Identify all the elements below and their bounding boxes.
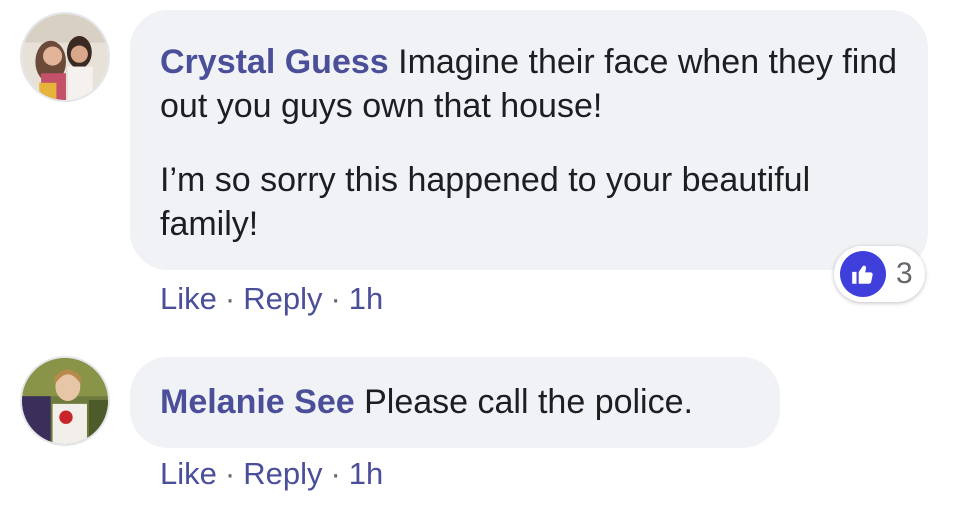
reaction-count: 3 [896, 257, 913, 290]
timestamp[interactable]: 1h [349, 281, 383, 316]
comment-bubble: Crystal Guess Imagine their face when th… [130, 10, 928, 270]
profile-photo-icon [22, 14, 108, 100]
separator: · [224, 456, 236, 491]
like-link[interactable]: Like [160, 281, 217, 316]
reaction-summary[interactable]: 3 [834, 246, 925, 302]
avatar[interactable] [20, 356, 110, 446]
profile-photo-icon [22, 358, 108, 444]
avatar[interactable] [20, 12, 110, 102]
comment-text: Crystal Guess Imagine their face when th… [160, 40, 898, 128]
author-name[interactable]: Crystal Guess [160, 43, 389, 81]
separator: · [330, 456, 341, 491]
comment-actions: Like · Reply · 1h [160, 281, 383, 317]
timestamp[interactable]: 1h [349, 456, 383, 491]
separator: · [224, 281, 236, 316]
comment-text-continued: I’m so sorry this happened to your beaut… [160, 161, 811, 243]
like-link[interactable]: Like [160, 456, 217, 491]
comment-text: Melanie See Please call the police. [160, 380, 750, 424]
comment-body: Please call the police. [364, 383, 693, 421]
separator: · [330, 281, 341, 316]
reply-link[interactable]: Reply [243, 456, 322, 491]
author-name[interactable]: Melanie See [160, 383, 355, 421]
comment-actions: Like · Reply · 1h [160, 456, 383, 492]
comment-bubble: Melanie See Please call the police. [130, 357, 780, 448]
thumbs-up-icon [840, 251, 886, 297]
reply-link[interactable]: Reply [243, 281, 322, 316]
